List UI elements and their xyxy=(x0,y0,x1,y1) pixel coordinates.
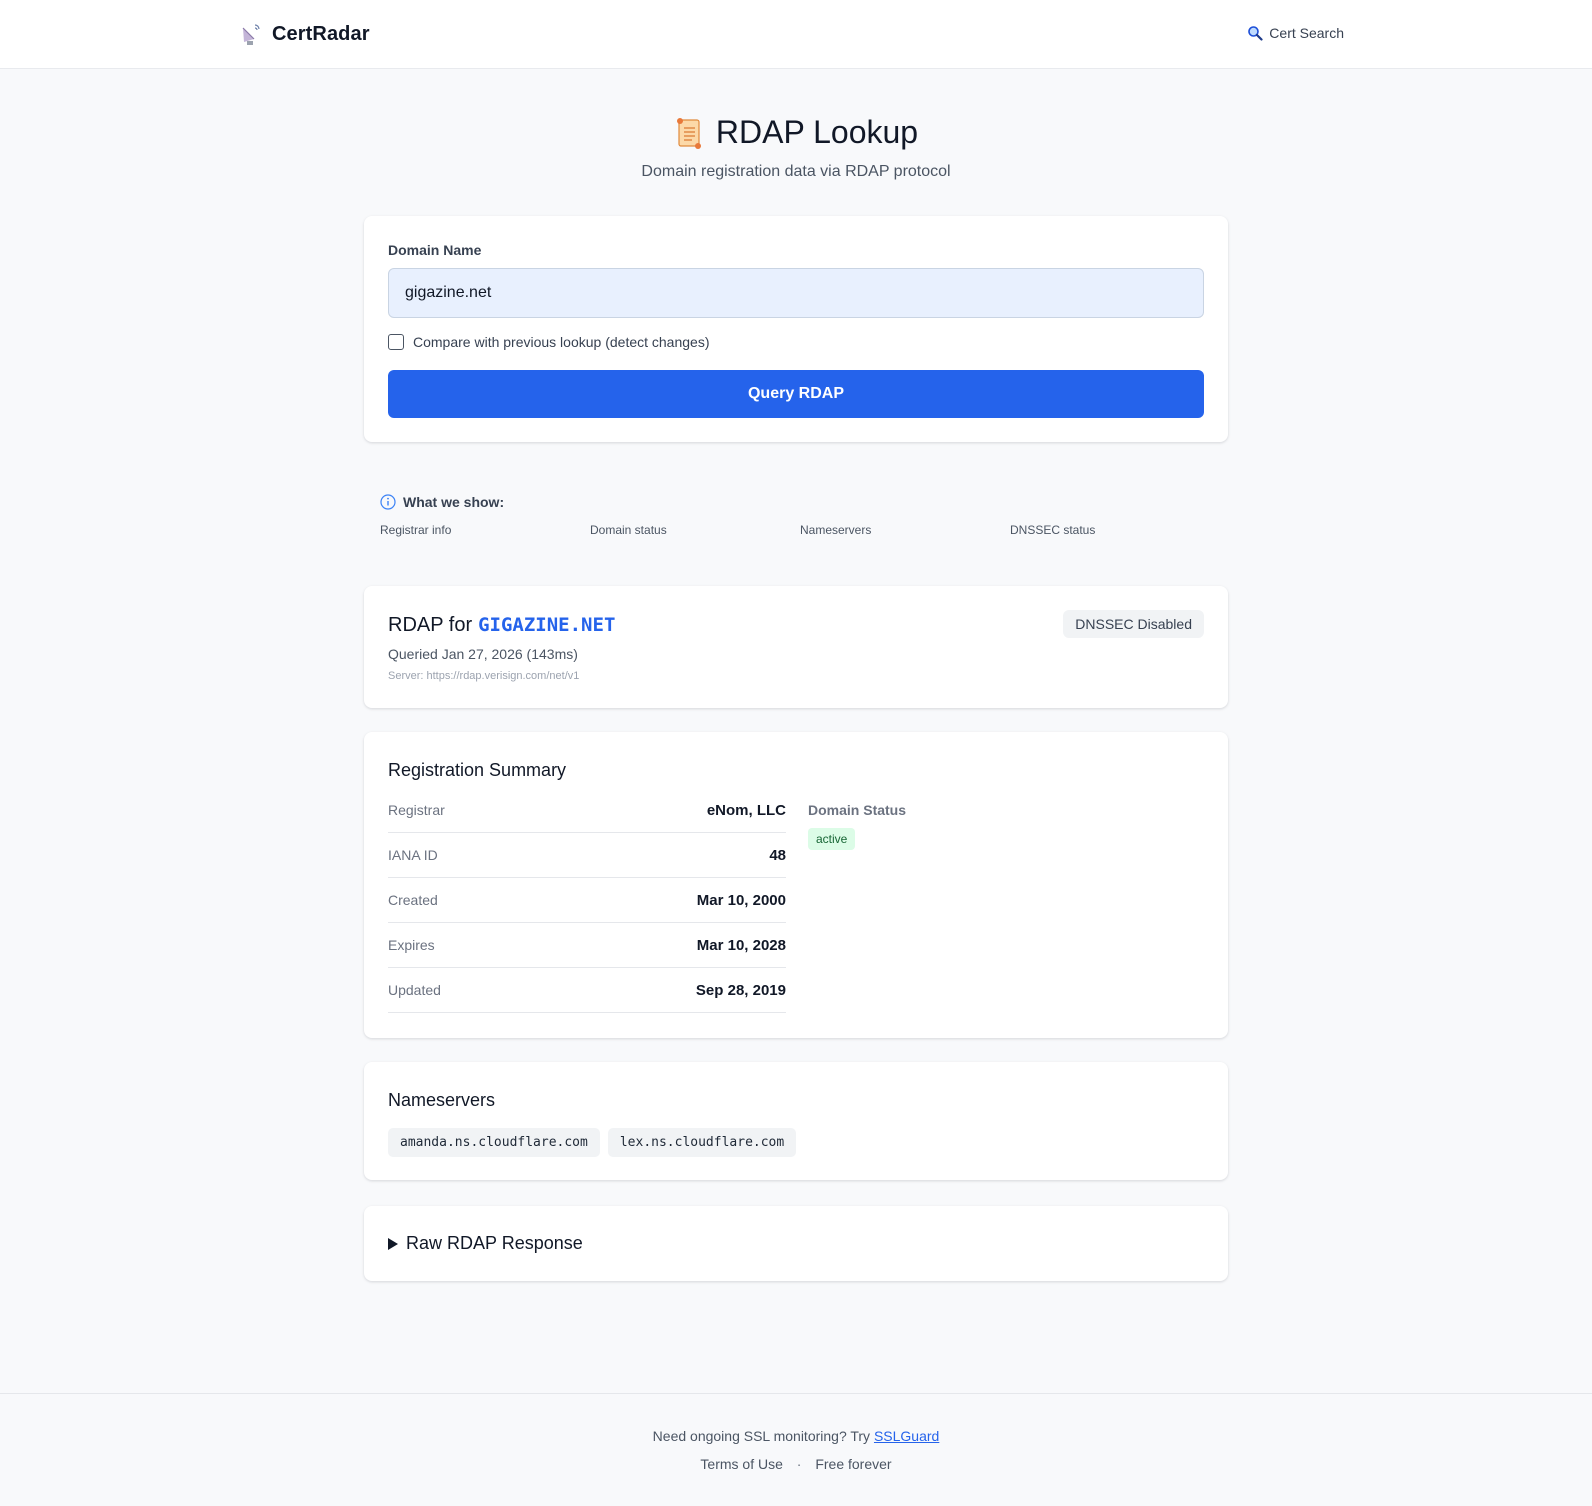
registration-summary-card: Registration Summary Registrar eNom, LLC… xyxy=(364,732,1228,1038)
nameservers-title: Nameservers xyxy=(388,1090,496,1110)
info-heading-text: What we show: xyxy=(403,494,505,510)
summary-row-iana-id: IANA ID 48 xyxy=(388,833,786,878)
page-title-text: RDAP Lookup xyxy=(715,114,919,150)
result-title: RDAP for GIGAZINE.NET xyxy=(388,614,615,637)
domain-name-input[interactable] xyxy=(388,268,1204,318)
summary-value: 48 xyxy=(769,846,786,864)
summary-key: IANA ID xyxy=(388,847,438,863)
result-header-card: RDAP for GIGAZINE.NET Queried Jan 27, 20… xyxy=(364,586,1228,708)
summary-value: Mar 10, 2000 xyxy=(696,891,786,909)
result-title-prefix: RDAP for xyxy=(388,614,473,636)
result-domain: GIGAZINE.NET xyxy=(478,614,616,636)
dnssec-status-badge: DNSSEC Disabled xyxy=(1063,610,1204,638)
nameserver-chip: amanda.ns.cloudflare.com xyxy=(388,1128,600,1157)
summary-row-expires: Expires Mar 10, 2028 xyxy=(388,923,786,968)
summary-row-updated: Updated Sep 28, 2019 xyxy=(388,968,786,1013)
brand-logo-link[interactable]: CertRadar xyxy=(240,22,370,46)
query-timestamp: Queried Jan 27, 2026 (143ms) xyxy=(388,646,578,662)
summary-key: Registrar xyxy=(388,802,445,818)
info-item-nameservers: Nameservers xyxy=(800,523,872,537)
lookup-form-card: Domain Name Compare with previous lookup… xyxy=(364,216,1228,442)
page-footer: Need ongoing SSL monitoring? Try SSLGuar… xyxy=(0,1393,1592,1506)
summary-key: Expires xyxy=(388,937,435,953)
domain-status-label: Domain Status xyxy=(808,802,907,818)
nameserver-list: amanda.ns.cloudflare.com lex.ns.cloudfla… xyxy=(388,1128,797,1157)
disclosure-triangle-icon xyxy=(388,1237,398,1250)
registration-summary-table: Registrar eNom, LLC IANA ID 48 Created M… xyxy=(388,788,786,1013)
satellite-dish-icon xyxy=(240,22,262,46)
sslguard-link[interactable]: SSLGuard xyxy=(874,1428,939,1444)
raw-response-toggle[interactable]: Raw RDAP Response xyxy=(388,1233,583,1254)
summary-key: Updated xyxy=(388,982,441,998)
compare-label: Compare with previous lookup (detect cha… xyxy=(413,334,710,350)
cert-search-label: Cert Search xyxy=(1269,25,1344,41)
summary-row-created: Created Mar 10, 2000 xyxy=(388,878,786,923)
scroll-icon xyxy=(674,116,704,150)
raw-response-title: Raw RDAP Response xyxy=(406,1233,583,1253)
free-forever-text: Free forever xyxy=(815,1456,892,1472)
registration-summary-title: Registration Summary xyxy=(388,760,567,780)
cert-search-link[interactable]: Cert Search xyxy=(1247,25,1344,41)
info-icon xyxy=(380,494,396,510)
page-title: RDAP Lookup xyxy=(0,114,1592,151)
nameservers-card: Nameservers amanda.ns.cloudflare.com lex… xyxy=(364,1062,1228,1180)
info-item-domain-status: Domain status xyxy=(590,523,667,537)
compare-option[interactable]: Compare with previous lookup (detect cha… xyxy=(388,334,710,350)
domain-name-label: Domain Name xyxy=(388,242,482,258)
terms-link[interactable]: Terms of Use xyxy=(700,1456,782,1472)
top-nav-bar: CertRadar Cert Search xyxy=(0,0,1592,69)
info-item-dnssec: DNSSEC status xyxy=(1010,523,1096,537)
summary-key: Created xyxy=(388,892,438,908)
summary-value: eNom, LLC xyxy=(706,801,786,819)
footer-promo-text: Need ongoing SSL monitoring? Try xyxy=(652,1428,871,1444)
search-icon xyxy=(1247,25,1263,41)
raw-response-card: Raw RDAP Response xyxy=(364,1206,1228,1281)
summary-row-registrar: Registrar eNom, LLC xyxy=(388,788,786,833)
summary-value: Mar 10, 2028 xyxy=(696,936,786,954)
brand-name: CertRadar xyxy=(272,22,370,45)
nameserver-chip: lex.ns.cloudflare.com xyxy=(607,1128,797,1157)
compare-checkbox[interactable] xyxy=(388,334,404,350)
footer-separator: · xyxy=(796,1456,802,1472)
page-subtitle: Domain registration data via RDAP protoc… xyxy=(641,163,951,180)
domain-status-badge: active xyxy=(808,828,856,850)
footer-links: Terms of Use · Free forever xyxy=(0,1456,1592,1472)
info-heading: What we show: xyxy=(380,494,504,510)
footer-promo: Need ongoing SSL monitoring? Try SSLGuar… xyxy=(0,1428,1592,1444)
query-rdap-button[interactable]: Query RDAP xyxy=(388,370,1204,418)
info-item-registrar: Registrar info xyxy=(380,523,452,537)
summary-value: Sep 28, 2019 xyxy=(695,981,786,999)
rdap-server: Server: https://rdap.verisign.com/net/v1 xyxy=(388,670,580,682)
